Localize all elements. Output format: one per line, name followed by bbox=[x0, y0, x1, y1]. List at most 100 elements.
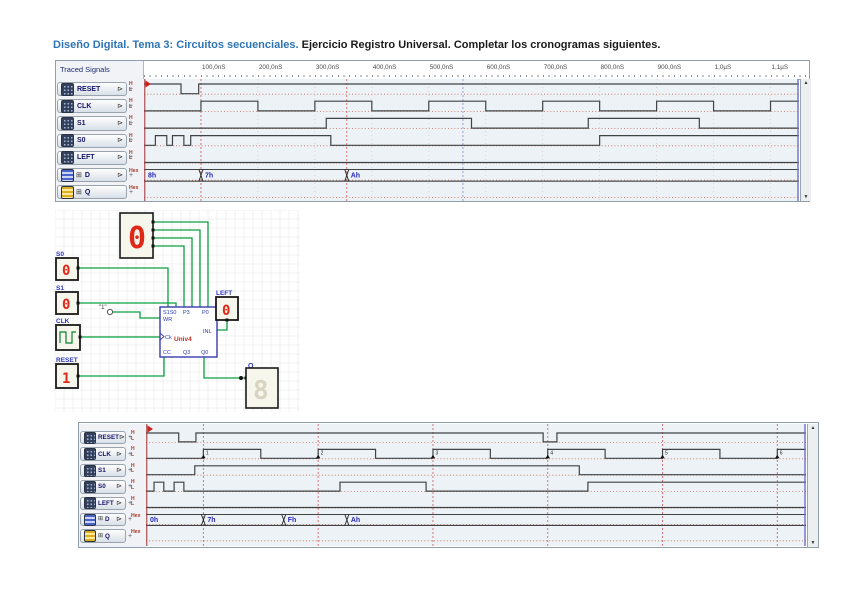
waveform-plot[interactable]: 8h7hAh bbox=[144, 79, 799, 201]
chip-pin-q3: Q3 bbox=[183, 350, 190, 356]
signal-name: Q bbox=[105, 533, 110, 540]
constant-one-label: "1" bbox=[99, 305, 107, 311]
signal-button[interactable]: ⊞ S1 ⊳ bbox=[57, 116, 127, 130]
clock-edge-number: 5 bbox=[665, 450, 668, 456]
signal-row-s0: ⊞ S0 ⊳ + HL bbox=[79, 479, 146, 495]
level-labels: HL bbox=[131, 480, 144, 494]
pin-dot bbox=[152, 237, 155, 240]
signal-name: LEFT bbox=[98, 500, 114, 507]
signal-row-reset: ⊞ RESET ⊳ + HL bbox=[56, 81, 144, 98]
level-labels: HL bbox=[131, 464, 144, 478]
pin-dot bbox=[77, 302, 80, 305]
title-exercise: Ejercicio Registro Universal. bbox=[302, 39, 454, 51]
probe-arrow-icon: ⊳ bbox=[116, 451, 122, 458]
ruler-label: 600,0nS bbox=[487, 64, 510, 71]
scroll-up-icon[interactable]: ▲ bbox=[803, 80, 809, 86]
signal-row-q: ⊞ Q ⊳ + Hex bbox=[56, 184, 144, 201]
chip-name: Univ4 bbox=[174, 336, 192, 343]
signal-row-s1: ⊞ S1 ⊳ + HL bbox=[79, 463, 146, 479]
signal-button[interactable]: ⊞ D ⊳ bbox=[57, 168, 127, 182]
signal-name: LEFT bbox=[77, 154, 95, 161]
worksheet-page: Diseño Digital. Tema 3: Circuitos secuen… bbox=[0, 0, 848, 599]
ruler-label: 500,0nS bbox=[430, 64, 453, 71]
scroll-up-icon[interactable]: ▲ bbox=[810, 425, 816, 431]
signal-button[interactable]: ⊞ S1 ⊳ bbox=[80, 464, 126, 477]
level-labels: HL bbox=[129, 134, 142, 149]
signal-name: S1 bbox=[77, 120, 86, 127]
vertical-scrollbar[interactable]: ▲ ▼ bbox=[800, 79, 811, 201]
chip-pin-p3: P3 bbox=[183, 310, 190, 316]
ruler-label: 1,0µS bbox=[715, 64, 732, 71]
signal-button[interactable]: ⊞ RESET ⊳ bbox=[80, 431, 126, 444]
signal-icon bbox=[61, 117, 74, 130]
signal-row-q: ⊞ Q ⊳ + Hex bbox=[79, 528, 146, 544]
ruler-ticks bbox=[144, 75, 809, 77]
signal-button[interactable]: ⊞ LEFT ⊳ bbox=[57, 151, 127, 165]
expand-icon[interactable]: ⊞ bbox=[98, 516, 103, 523]
signal-name: CLK bbox=[98, 451, 111, 458]
signal-name: CLK bbox=[77, 103, 91, 110]
input-label-clk: CLK bbox=[56, 318, 70, 325]
input-label-s0: S0 bbox=[56, 251, 64, 258]
signal-row-reset: ⊞ RESET ⊳ + HL bbox=[79, 430, 146, 446]
probe-arrow-icon: ⊳ bbox=[117, 103, 123, 110]
waveform-area[interactable]: 8h7hAh bbox=[144, 79, 799, 201]
vertical-scrollbar[interactable]: ▲ ▼ bbox=[807, 424, 818, 547]
signal-icon bbox=[61, 83, 74, 96]
signal-button[interactable]: ⊞ Q ⊳ bbox=[80, 529, 126, 542]
waveform-plot[interactable]: 0h7hFhAh123456 bbox=[146, 424, 806, 546]
level-labels: HL bbox=[129, 82, 142, 97]
probe-arrow-icon: ⊳ bbox=[116, 500, 122, 507]
bus-value-d: Ah bbox=[351, 517, 360, 524]
level-labels: HL bbox=[129, 99, 142, 114]
signal-name: S0 bbox=[98, 483, 106, 490]
probe-arrow-icon: ⊳ bbox=[119, 434, 125, 441]
level-labels: Hex bbox=[129, 168, 142, 183]
signal-button[interactable]: ⊞ S0 ⊳ bbox=[57, 134, 127, 148]
chip-pin-wr: WR bbox=[163, 317, 172, 323]
pin-dot bbox=[152, 245, 155, 248]
bus-value-d: Ah bbox=[351, 173, 360, 180]
title-course: Diseño Digital. Tema 3: Circuitos secuen… bbox=[53, 39, 302, 51]
ruler-label: 200,0nS bbox=[259, 64, 282, 71]
signal-button[interactable]: ⊞ CLK ⊳ bbox=[57, 99, 127, 113]
ruler-label: 800,0nS bbox=[601, 64, 624, 71]
page-title: Diseño Digital. Tema 3: Circuitos secuen… bbox=[53, 39, 660, 51]
probe-arrow-icon: ⊳ bbox=[116, 516, 122, 523]
signal-button[interactable]: ⊞ CLK ⊳ bbox=[80, 447, 126, 460]
clock-edge-number: 3 bbox=[435, 450, 438, 456]
expand-icon[interactable]: ⊞ bbox=[76, 172, 82, 179]
level-labels: HL bbox=[129, 151, 142, 166]
panel-header: Traced Signals 100,0nS200,0nS300,0nS400,… bbox=[56, 61, 809, 80]
signal-row-d: ⊞ D ⊳ + Hex bbox=[79, 512, 146, 528]
waveform-area[interactable]: 0h7hFhAh123456 bbox=[146, 424, 806, 547]
pin-dot bbox=[77, 375, 80, 378]
chip-pin-s1s0: S1S0 bbox=[163, 310, 176, 316]
wave-background bbox=[144, 79, 799, 201]
scroll-down-icon[interactable]: ▼ bbox=[810, 540, 816, 546]
timing-panel-bottom: ⊞ RESET ⊳ + HL ⊞ CLK ⊳ + HL ⊞ S1 ⊳ + HL … bbox=[78, 422, 819, 548]
scroll-down-icon[interactable]: ▼ bbox=[803, 194, 809, 200]
signal-button[interactable]: ⊞ S0 ⊳ bbox=[80, 480, 126, 493]
signal-button[interactable]: ⊞ D ⊳ bbox=[80, 513, 126, 526]
signal-name: RESET bbox=[98, 434, 119, 441]
expand-icon[interactable]: ⊞ bbox=[98, 533, 103, 540]
input-label-left: LEFT bbox=[216, 290, 232, 297]
level-labels: HL bbox=[131, 447, 144, 461]
level-labels: Hex bbox=[129, 185, 142, 200]
traced-signals-header: Traced Signals bbox=[56, 61, 144, 79]
bus-value-d: 0h bbox=[150, 517, 158, 524]
pin-dot bbox=[77, 267, 80, 270]
signal-icon bbox=[84, 465, 96, 477]
signal-icon bbox=[84, 514, 96, 526]
signal-button[interactable]: ⊞ LEFT ⊳ bbox=[80, 497, 126, 510]
level-labels: HL bbox=[129, 116, 142, 131]
signal-row-left: ⊞ LEFT ⊳ + HL bbox=[79, 496, 146, 512]
expand-icon[interactable]: ⊞ bbox=[76, 189, 82, 196]
signal-name: Q bbox=[85, 189, 90, 196]
signal-button[interactable]: ⊞ Q ⊳ bbox=[57, 185, 127, 199]
pin-dot bbox=[152, 221, 155, 224]
signal-list: ⊞ RESET ⊳ + HL ⊞ CLK ⊳ + HL ⊞ S1 ⊳ + HL … bbox=[79, 424, 146, 547]
signal-name: S0 bbox=[77, 137, 86, 144]
signal-button[interactable]: ⊞ RESET ⊳ bbox=[57, 82, 127, 96]
